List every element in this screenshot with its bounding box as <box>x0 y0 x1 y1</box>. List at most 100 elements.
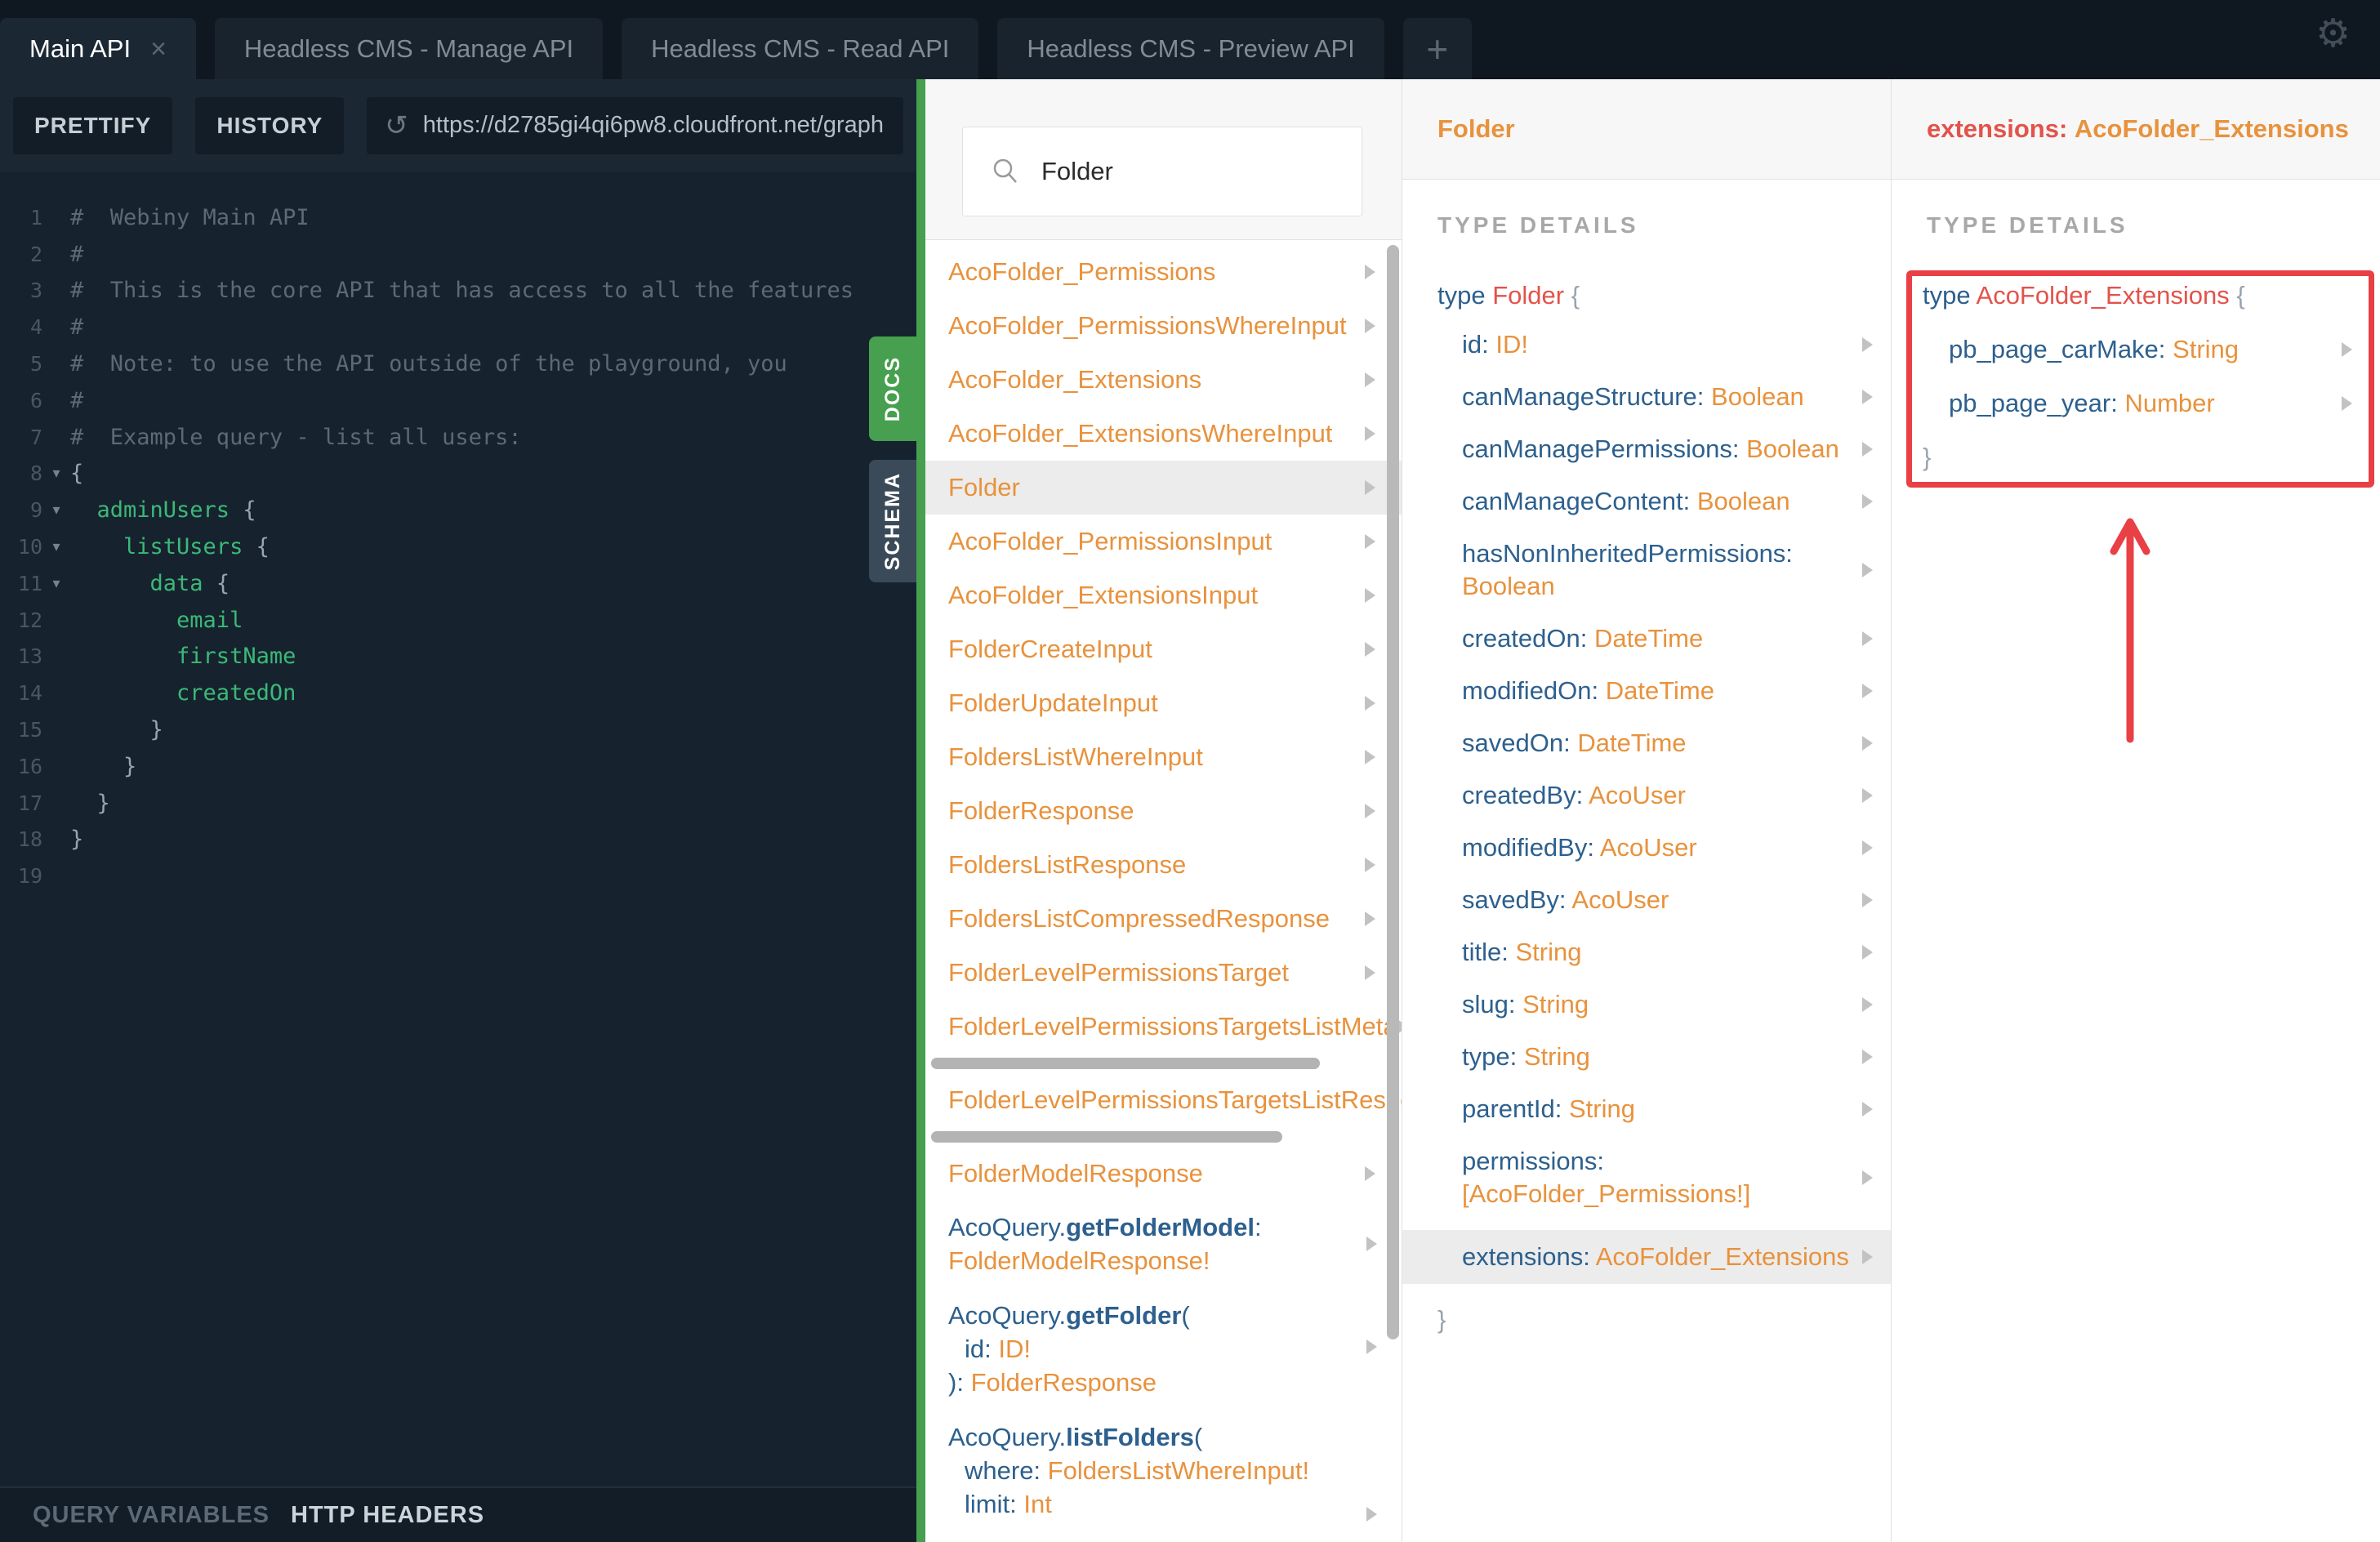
docs-side-tab[interactable]: DOCS <box>869 336 916 441</box>
query-list-item[interactable]: AcoQuery.getFolderModel: FolderModelResp… <box>925 1201 1402 1289</box>
code-line: 18} <box>17 827 84 853</box>
schema-side-tab[interactable]: SCHEMA <box>869 460 916 582</box>
docs-search-input[interactable] <box>1040 156 1369 187</box>
expand-arrow-icon <box>1365 911 1375 926</box>
editor-footer: QUERY VARIABLES HTTP HEADERS <box>0 1486 916 1542</box>
code-line: 12 email <box>17 607 243 633</box>
list-item[interactable]: FolderUpdateInput <box>925 676 1402 730</box>
field-row[interactable]: pb_page_year: Number <box>1912 387 2369 420</box>
tab-headless-cms-manage-api[interactable]: Headless CMS - Manage API <box>214 18 604 79</box>
code-line: 2 # <box>29 241 84 267</box>
search-icon <box>993 158 1017 183</box>
field-row[interactable]: parentId: String <box>1402 1093 1891 1125</box>
expand-arrow-icon <box>1862 494 1873 509</box>
field-row[interactable]: canManageContent: Boolean <box>1402 485 1891 518</box>
http-headers-toggle[interactable]: HTTP HEADERS <box>291 1502 484 1529</box>
docs-panel-divider[interactable] <box>916 79 925 1542</box>
type-declaration: type AcoFolder_Extensions { <box>1923 281 2245 310</box>
field-row[interactable]: type: String <box>1402 1041 1891 1073</box>
list-item[interactable]: FoldersListCompressedResponse <box>925 892 1402 946</box>
field-row[interactable]: savedOn: DateTime <box>1402 727 1891 760</box>
list-item[interactable]: AcoFolder_PermissionsInput <box>925 515 1402 568</box>
query-variables-toggle[interactable]: QUERY VARIABLES <box>33 1502 270 1529</box>
new-tab-button[interactable]: + <box>1402 18 1472 79</box>
expand-arrow-icon <box>1862 736 1873 751</box>
list-item[interactable]: FolderLevelPermissionsTarget <box>925 946 1402 1000</box>
query-editor[interactable]: 1 # Webiny Main API 2 # 3 # This is the cor… <box>0 172 916 1486</box>
expand-arrow-icon <box>1862 945 1873 960</box>
expand-arrow-icon <box>1862 563 1873 577</box>
gear-icon[interactable]: ⚙ <box>2315 15 2351 54</box>
horizontal-scrollbar[interactable] <box>931 1058 1320 1069</box>
expand-arrow-icon <box>1365 1166 1375 1181</box>
list-item[interactable]: AcoFolder_PermissionsWhereInput <box>925 299 1402 353</box>
tab-main-api[interactable]: Main API × <box>0 18 196 79</box>
expand-arrow-icon <box>1365 588 1375 603</box>
list-item[interactable]: FoldersListResponse <box>925 838 1402 892</box>
fold-arrow-icon[interactable]: ▾ <box>42 465 70 482</box>
fold-arrow-icon[interactable]: ▾ <box>42 501 70 519</box>
query-list-item[interactable]: AcoQuery.listFolders( where: FoldersList… <box>925 1411 1402 1532</box>
field-row[interactable]: pb_page_carMake: String <box>1912 333 2369 366</box>
list-item[interactable]: AcoFolder_Permissions <box>925 245 1402 299</box>
tab-headless-cms-read-api[interactable]: Headless CMS - Read API <box>622 18 979 79</box>
folder-type-panel: Folder TYPE DETAILS type Folder { id: ID… <box>1402 79 1892 1542</box>
list-item[interactable]: AcoFolder_ExtensionsInput <box>925 568 1402 622</box>
expand-arrow-icon <box>1862 840 1873 855</box>
field-row[interactable]: id: ID! <box>1402 328 1891 361</box>
code-line: 8 ▾{ <box>29 461 84 487</box>
close-icon[interactable]: × <box>150 35 167 63</box>
prettify-button[interactable]: PRETTIFY <box>13 96 173 154</box>
fold-arrow-icon[interactable]: ▾ <box>42 575 70 592</box>
field-row[interactable]: modifiedBy: AcoUser <box>1402 831 1891 864</box>
docs-search-box[interactable] <box>962 127 1369 216</box>
field-row[interactable]: slug: String <box>1402 988 1891 1021</box>
expand-arrow-icon <box>1365 372 1375 387</box>
code-line: 15 } <box>17 717 163 743</box>
fold-arrow-icon[interactable]: ▾ <box>42 538 70 555</box>
endpoint-url-input[interactable] <box>421 111 885 140</box>
list-item[interactable]: FolderLevelPermissionsTargetsListRespons… <box>925 1073 1402 1127</box>
expand-arrow-icon <box>1366 1237 1377 1251</box>
annotation-arrow-icon <box>2110 518 2150 743</box>
code-line: 3 # This is the core API that has access … <box>29 278 854 304</box>
list-item-selected[interactable]: Folder <box>925 461 1402 515</box>
field-row[interactable]: canManageStructure: Boolean <box>1402 381 1891 413</box>
field-row[interactable]: permissions: [AcoFolder_Permissions!] <box>1402 1145 1891 1210</box>
field-row[interactable]: createdBy: AcoUser <box>1402 779 1891 812</box>
plus-icon: + <box>1426 27 1449 70</box>
expand-arrow-icon <box>1365 426 1375 441</box>
field-row[interactable]: canManagePermissions: Boolean <box>1402 433 1891 466</box>
expand-arrow-icon <box>1366 1339 1377 1354</box>
list-item[interactable]: FolderModelResponse <box>925 1147 1402 1201</box>
tab-label: Main API <box>29 33 131 63</box>
graphql-playground-window: Main API × Headless CMS - Manage API Hea… <box>0 0 2380 1542</box>
list-item[interactable]: AcoFolder_ExtensionsWhereInput <box>925 407 1402 461</box>
vertical-scrollbar[interactable] <box>1387 245 1399 1339</box>
field-row[interactable]: createdOn: DateTime <box>1402 622 1891 655</box>
history-button[interactable]: HISTORY <box>195 96 345 154</box>
section-label: TYPE DETAILS <box>1437 212 1639 238</box>
field-row[interactable]: hasNonInheritedPermissions: Boolean <box>1402 537 1891 603</box>
list-item[interactable]: FoldersListWhereInput <box>925 730 1402 784</box>
query-list-item[interactable]: AcoQuery.getFolder( id: ID! ): FolderRes… <box>925 1289 1402 1411</box>
list-item[interactable]: FolderCreateInput <box>925 622 1402 676</box>
expand-arrow-icon <box>1862 631 1873 646</box>
expand-arrow-icon <box>2342 396 2352 411</box>
expand-arrow-icon <box>1365 534 1375 549</box>
code-line: 19 <box>17 864 42 889</box>
field-row-selected[interactable]: extensions: AcoFolder_Extensions <box>1402 1230 1891 1284</box>
list-item[interactable]: FolderResponse <box>925 784 1402 838</box>
reload-icon[interactable]: ↺ <box>385 112 408 140</box>
type-close-brace: } <box>1437 1305 1446 1334</box>
tab-headless-cms-preview-api[interactable]: Headless CMS - Preview API <box>997 18 1384 79</box>
list-item[interactable]: AcoFolder_Extensions <box>925 353 1402 407</box>
code-line: 11 ▾ data { <box>17 570 230 596</box>
code-line: 1 # Webiny Main API <box>29 204 310 230</box>
horizontal-scrollbar[interactable] <box>931 1131 1282 1143</box>
field-row[interactable]: modifiedOn: DateTime <box>1402 675 1891 707</box>
field-row[interactable]: savedBy: AcoUser <box>1402 884 1891 916</box>
endpoint-url-bar[interactable]: ↺ <box>367 96 903 154</box>
field-row[interactable]: title: String <box>1402 936 1891 969</box>
list-item[interactable]: FolderLevelPermissionsTargetsListMeta <box>925 1000 1402 1054</box>
